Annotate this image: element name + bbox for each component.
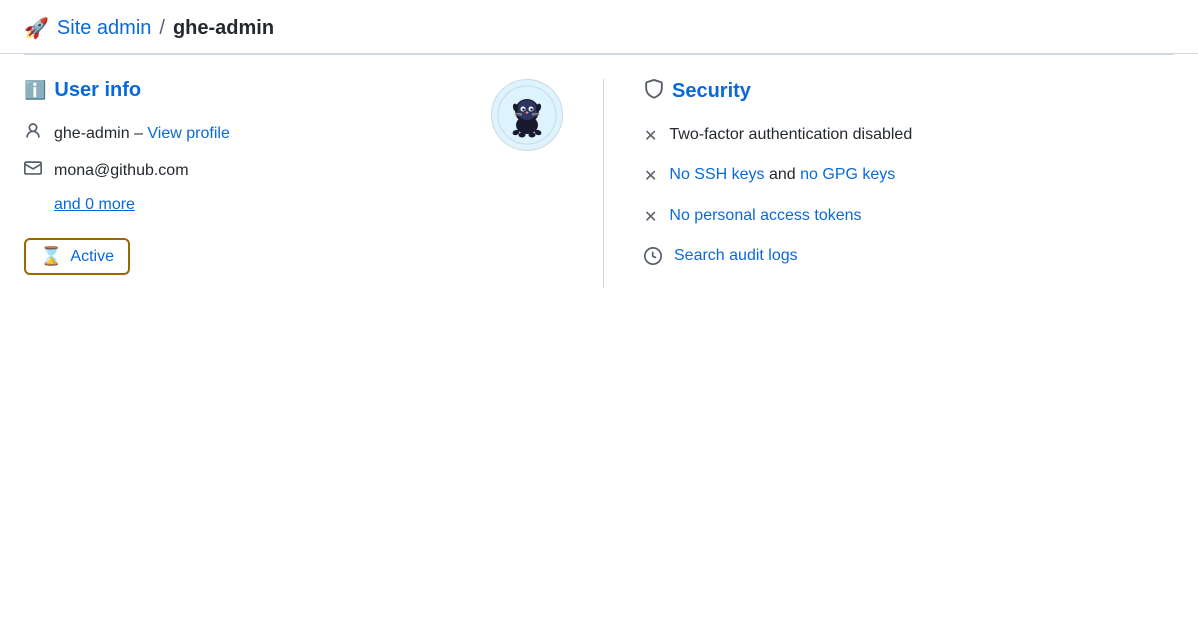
rocket-icon: 🚀 — [24, 16, 49, 41]
search-audit-logs-link[interactable]: Search audit logs — [674, 247, 798, 264]
email-text: mona@github.com — [54, 162, 189, 180]
security-title: Security — [672, 80, 751, 103]
avatar — [491, 79, 563, 151]
site-admin-link[interactable]: Site admin — [57, 17, 152, 40]
user-title: ghe-admin — [173, 17, 274, 40]
two-factor-row: ✕ Two-factor authentication disabled — [644, 124, 1174, 146]
info-icon: ℹ️ — [24, 80, 46, 101]
pat-row: ✕ No personal access tokens — [644, 205, 1174, 227]
x-icon-ssh: ✕ — [644, 166, 657, 186]
email-row: mona@github.com — [24, 159, 230, 182]
mona-octocat-svg — [497, 85, 557, 145]
x-icon-pat: ✕ — [644, 207, 657, 227]
user-info-panel: ℹ️ User info ghe-admin – View profile — [24, 79, 604, 288]
page-header: 🚀 Site admin / ghe-admin — [0, 0, 1198, 54]
audit-logs-row: Search audit logs — [644, 245, 1174, 270]
shield-icon — [644, 79, 664, 104]
no-ssh-link[interactable]: No SSH keys — [669, 166, 764, 183]
no-gpg-link[interactable]: no GPG keys — [800, 166, 895, 183]
hourglass-icon: ⌛ — [40, 246, 62, 267]
security-header: Security — [644, 79, 1174, 104]
and-more-link[interactable]: and 0 more — [54, 196, 230, 214]
user-info-details: ℹ️ User info ghe-admin – View profile — [24, 79, 230, 275]
security-panel: Security ✕ Two-factor authentication dis… — [604, 79, 1174, 288]
pat-text: No personal access tokens — [669, 205, 861, 227]
username-row: ghe-admin – View profile — [24, 122, 230, 145]
ssh-gpg-text: No SSH keys and no GPG keys — [669, 164, 895, 186]
username-text: ghe-admin – View profile — [54, 125, 230, 143]
active-badge[interactable]: ⌛ Active — [24, 238, 130, 275]
breadcrumb-separator: / — [159, 17, 165, 40]
audit-logs-text: Search audit logs — [674, 245, 798, 267]
person-icon — [24, 122, 42, 145]
active-label: Active — [70, 248, 114, 266]
ssh-gpg-row: ✕ No SSH keys and no GPG keys — [644, 164, 1174, 186]
no-pat-link[interactable]: No personal access tokens — [669, 207, 861, 224]
main-content: ℹ️ User info ghe-admin – View profile — [0, 55, 1198, 312]
user-info-title: User info — [54, 79, 141, 102]
view-profile-link[interactable]: View profile — [147, 125, 229, 142]
user-info-top: ℹ️ User info ghe-admin – View profile — [24, 79, 563, 275]
two-factor-text: Two-factor authentication disabled — [669, 124, 912, 146]
email-icon — [24, 159, 42, 182]
x-icon-2fa: ✕ — [644, 126, 657, 146]
clock-icon — [644, 247, 662, 270]
user-info-header: ℹ️ User info — [24, 79, 230, 102]
